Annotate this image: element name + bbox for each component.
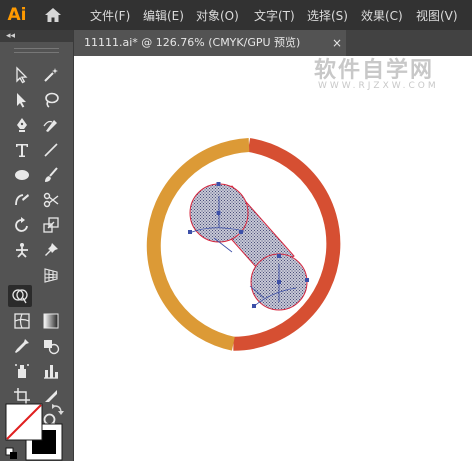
type-tool-icon[interactable] — [10, 139, 34, 161]
artboard-canvas[interactable] — [74, 56, 472, 461]
panel-grip[interactable] — [14, 48, 59, 53]
menu-edit[interactable]: 编辑(E) — [143, 7, 184, 24]
collapse-icon[interactable]: ◂◂ — [6, 31, 15, 41]
mesh-tool-icon[interactable] — [10, 310, 34, 332]
tools-panel: ◂◂ — [0, 30, 74, 461]
menu-select[interactable]: 选择(S) — [307, 7, 348, 24]
document-tab[interactable]: 11111.ai* @ 126.76% (CMYK/GPU 预览) × — [74, 30, 346, 56]
curvature-tool-icon[interactable] — [39, 114, 63, 136]
ring-orange-segment[interactable] — [146, 138, 250, 351]
puppet-warp-tool-icon[interactable] — [10, 239, 34, 261]
watermark-text: 软件自学网 — [314, 58, 435, 83]
column-graph-tool-icon[interactable] — [39, 360, 63, 382]
selection-tool-icon[interactable] — [10, 64, 34, 86]
pin-tool-icon[interactable] — [39, 239, 63, 261]
pen-tool-icon[interactable] — [10, 114, 34, 136]
anchor-point — [277, 280, 281, 284]
line-segment-tool-icon[interactable] — [39, 139, 63, 161]
menu-effect[interactable]: 效果(C) — [361, 7, 403, 24]
watermark-url: WWW.RJZXW.COM — [318, 81, 439, 91]
scissors-tool-icon[interactable] — [39, 189, 63, 211]
document-tab-title[interactable]: 11111.ai* @ 126.76% (CMYK/GPU 预览) — [84, 30, 300, 56]
eyedropper-tool-icon[interactable] — [10, 335, 34, 357]
scale-tool-icon[interactable] — [39, 214, 63, 236]
perspective-grid-tool-icon[interactable] — [39, 264, 63, 286]
anchor-point — [239, 230, 243, 234]
menu-file[interactable]: 文件(F) — [90, 7, 130, 24]
artwork[interactable] — [74, 56, 472, 461]
menu-bar: Ai 文件(F) 编辑(E) 对象(O) 文字(T) 选择(S) 效果(C) 视… — [0, 0, 472, 30]
direct-selection-tool-icon[interactable] — [10, 89, 34, 111]
menu-view[interactable]: 视图(V) — [416, 7, 458, 24]
phone-handset-shape[interactable] — [188, 182, 309, 311]
anchor-point — [216, 182, 221, 186]
anchor-point — [216, 211, 221, 215]
blend-tool-icon[interactable] — [39, 335, 63, 357]
anchor-point — [188, 230, 192, 234]
home-icon[interactable] — [44, 7, 62, 23]
lasso-tool-icon[interactable] — [39, 89, 63, 111]
shaper-tool-icon[interactable] — [10, 189, 34, 211]
fill-stroke-swatches[interactable] — [4, 402, 70, 461]
gradient-tool-icon[interactable] — [39, 310, 63, 332]
app-logo: Ai — [7, 5, 27, 25]
menu-type[interactable]: 文字(T) — [254, 7, 295, 24]
anchor-point — [277, 254, 281, 258]
tools-panel-header: ◂◂ — [0, 30, 73, 42]
anchor-point — [305, 278, 309, 282]
ellipse-tool-icon[interactable] — [10, 164, 34, 186]
shape-builder-tool-icon[interactable] — [8, 285, 32, 307]
rotate-tool-icon[interactable] — [10, 214, 34, 236]
anchor-point — [252, 304, 256, 308]
symbol-sprayer-tool-icon[interactable] — [10, 360, 34, 382]
menu-object[interactable]: 对象(O) — [196, 7, 239, 24]
paintbrush-tool-icon[interactable] — [39, 164, 63, 186]
magic-wand-tool-icon[interactable] — [39, 64, 63, 86]
